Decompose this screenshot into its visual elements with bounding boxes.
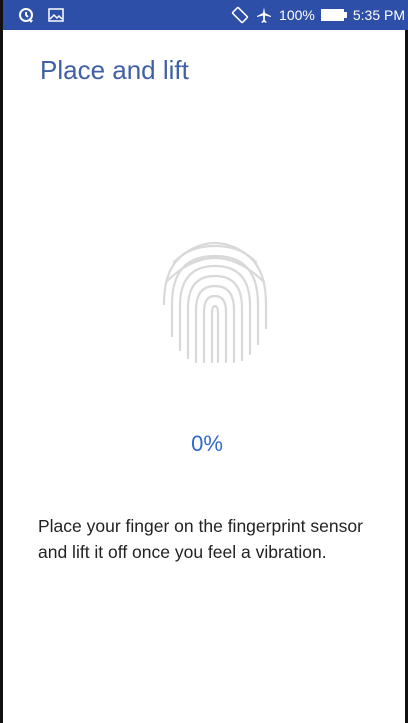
- airplane-mode-icon: [255, 6, 273, 24]
- sync-icon: [17, 6, 35, 24]
- image-icon: [47, 6, 65, 24]
- status-bar: 100% 5:35 PM: [3, 0, 408, 30]
- progress-percent: 0%: [191, 431, 223, 456]
- page-title: Place and lift: [40, 55, 189, 85]
- fingerprint-icon: [156, 232, 274, 364]
- battery-percent: 100%: [279, 7, 315, 23]
- battery-icon: [320, 8, 347, 22]
- enrollment-screen: 100% 5:35 PM Place and lift 0% Place you…: [0, 0, 408, 723]
- rotation-icon: [231, 6, 249, 24]
- instructions-text: Place your finger on the fingerprint sen…: [38, 516, 363, 562]
- clock: 5:35 PM: [352, 7, 405, 23]
- status-bar-left: [17, 6, 65, 24]
- status-bar-right: 100% 5:35 PM: [231, 6, 405, 24]
